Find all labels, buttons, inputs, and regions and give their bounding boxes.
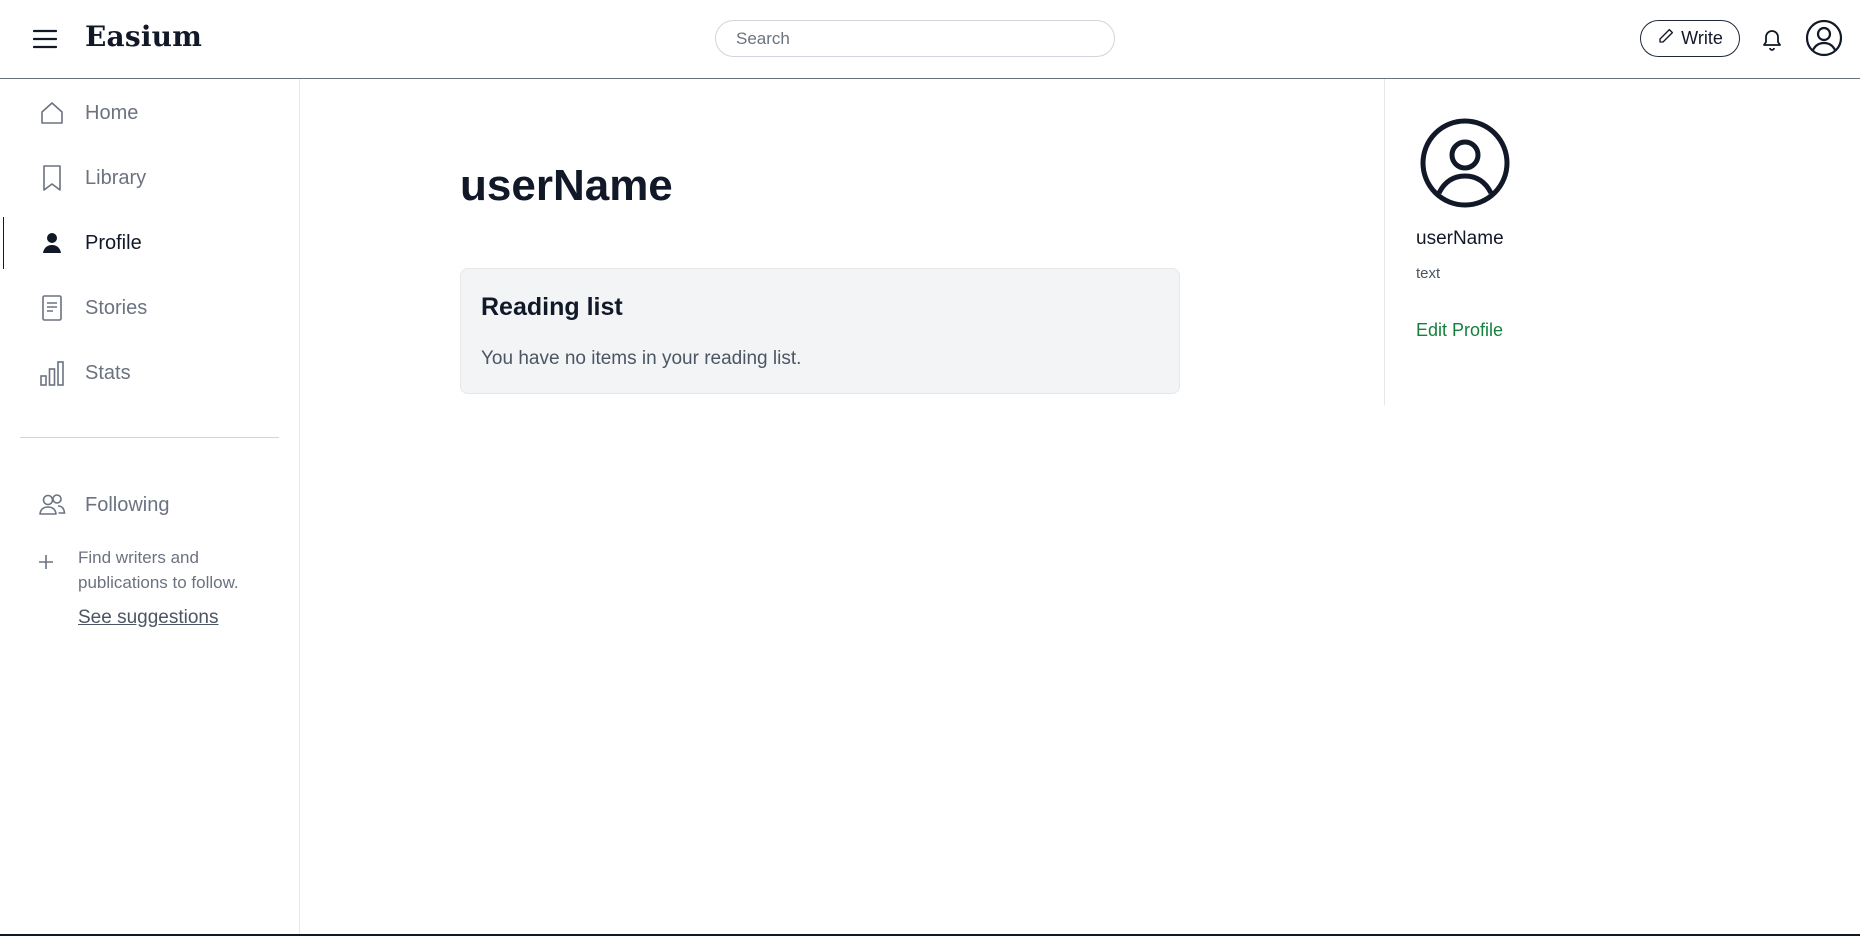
write-button-label: Write — [1681, 28, 1723, 48]
plus-icon[interactable] — [36, 552, 56, 572]
sidebar-item-label: Home — [85, 101, 139, 124]
reading-list-empty-text: You have no items in your reading list. — [481, 348, 802, 369]
sidebar: Home Library Profile Stories Stats Follo… — [0, 79, 300, 936]
profile-panel: userName text Edit Profile — [1384, 79, 1860, 405]
sidebar-item-home[interactable]: Home — [0, 89, 300, 137]
profile-avatar-icon — [1419, 117, 1511, 209]
sidebar-item-following[interactable]: Following — [0, 481, 300, 529]
home-icon — [38, 99, 66, 127]
sidebar-item-label: Stories — [85, 296, 148, 319]
people-icon — [38, 491, 66, 519]
pencil-icon — [1657, 27, 1675, 50]
user-avatar-icon[interactable] — [1804, 18, 1844, 58]
profile-name: userName — [1416, 228, 1504, 249]
see-suggestions-link[interactable]: See suggestions — [78, 607, 219, 629]
sidebar-divider — [20, 437, 279, 438]
bar-chart-icon — [38, 359, 66, 387]
hamburger-menu-icon[interactable] — [30, 24, 60, 54]
top-header: Easium Write — [0, 0, 1860, 79]
sidebar-item-stats[interactable]: Stats — [0, 349, 300, 397]
notifications-bell-icon[interactable] — [1758, 24, 1786, 54]
sidebar-item-label: Library — [85, 166, 147, 189]
page-title: userName — [460, 161, 673, 210]
sidebar-item-label: Profile — [85, 231, 142, 254]
write-button[interactable]: Write — [1640, 20, 1740, 57]
person-icon — [38, 229, 66, 257]
profile-bio: text — [1416, 265, 1441, 282]
following-hint-text: Find writers and publications to follow. — [78, 548, 239, 592]
edit-profile-link[interactable]: Edit Profile — [1416, 320, 1503, 341]
sidebar-item-label: Following — [85, 493, 170, 516]
reading-list-title: Reading list — [481, 293, 623, 321]
sidebar-item-stories[interactable]: Stories — [0, 284, 300, 332]
bookmark-icon — [38, 164, 66, 192]
sidebar-item-profile[interactable]: Profile — [0, 217, 300, 269]
search-input[interactable] — [715, 20, 1115, 57]
app-logo[interactable]: Easium — [85, 20, 202, 53]
document-icon — [38, 294, 66, 322]
sidebar-item-library[interactable]: Library — [0, 154, 300, 202]
reading-list-card[interactable]: Reading list You have no items in your r… — [460, 268, 1180, 394]
sidebar-item-label: Stats — [85, 361, 131, 384]
